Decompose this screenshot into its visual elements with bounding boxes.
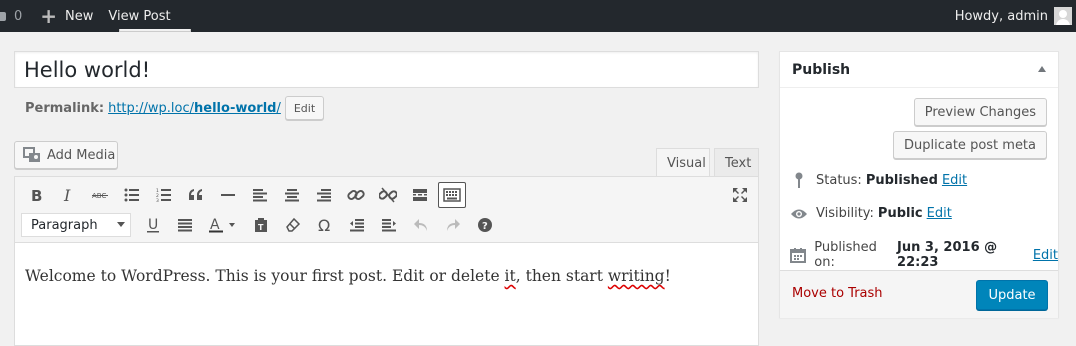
tab-visual[interactable]: Visual	[656, 148, 710, 177]
svg-text:I: I	[63, 187, 71, 203]
permalink-slug: hello-world	[194, 100, 277, 116]
dropdown-arrow-icon	[117, 222, 125, 227]
indent-icon[interactable]	[373, 212, 405, 238]
permalink-label: Permalink:	[25, 100, 105, 116]
align-left-icon[interactable]	[244, 182, 276, 208]
editor: B I ABC 123	[14, 176, 759, 346]
fullscreen-icon[interactable]	[730, 185, 750, 205]
format-select-value: Paragraph	[31, 217, 98, 233]
editor-content[interactable]: Welcome to WordPress. This is your first…	[15, 243, 758, 309]
plus-icon: +	[40, 4, 58, 28]
format-select[interactable]: Paragraph	[21, 213, 131, 237]
publish-box: Publish Preview Changes Duplicate post m…	[779, 51, 1059, 318]
visibility-label: Visibility:	[816, 206, 874, 221]
visibility-row: Visibility: Public Edit	[790, 206, 952, 221]
editor-toolbar: B I ABC 123	[15, 177, 758, 243]
permalink-base: http://wp.loc/	[108, 100, 195, 116]
published-value: Jun 3, 2016 @ 22:23	[897, 240, 998, 270]
strikethrough-icon[interactable]: ABC	[84, 182, 116, 208]
content-text-2: , then start	[515, 267, 608, 285]
comments-menu[interactable]: 0	[0, 0, 22, 32]
publishing-actions: Move to Trash Update	[780, 270, 1058, 318]
move-to-trash-link[interactable]: Move to Trash	[792, 286, 883, 301]
screen-options-tab[interactable]	[119, 29, 191, 32]
howdy-label: Howdy, admin	[954, 8, 1048, 24]
add-media-label: Add Media	[47, 147, 116, 163]
numbered-list-icon[interactable]: 123	[148, 182, 180, 208]
toolbar-row-1: B I ABC 123	[20, 180, 468, 210]
eye-icon	[790, 208, 808, 220]
new-label: New	[65, 8, 94, 24]
comment-bubble-icon	[0, 11, 6, 21]
svg-text:T: T	[258, 223, 264, 232]
new-content-menu[interactable]: + New	[40, 0, 93, 32]
toolbar-toggle-icon[interactable]	[438, 182, 466, 208]
bullet-list-icon[interactable]	[116, 182, 148, 208]
link-icon[interactable]	[340, 182, 372, 208]
media-icon	[23, 147, 40, 162]
bold-icon[interactable]: B	[20, 182, 52, 208]
post-title-input[interactable]	[15, 52, 758, 87]
preview-changes-button[interactable]: Preview Changes	[913, 98, 1047, 126]
add-media-button[interactable]: Add Media	[14, 141, 118, 169]
my-account-menu[interactable]: Howdy, admin	[955, 0, 1072, 32]
comments-count: 0	[14, 8, 23, 24]
edit-visibility-link[interactable]: Edit	[927, 206, 952, 221]
collapse-arrow-icon[interactable]	[1038, 66, 1046, 72]
svg-text:B: B	[31, 187, 42, 203]
edit-slug-button[interactable]: Edit	[284, 96, 325, 120]
underline-icon[interactable]: U	[137, 212, 169, 238]
tab-text[interactable]: Text	[714, 148, 759, 177]
permalink-row: Permalink: http://wp.loc/hello-world/ Ed…	[25, 96, 325, 120]
blockquote-icon[interactable]	[180, 182, 212, 208]
admin-bar: 0 + New View Post Howdy, admin	[0, 0, 1076, 32]
avatar	[1054, 7, 1072, 25]
svg-text:3: 3	[156, 198, 159, 202]
calendar-icon	[790, 247, 807, 263]
justify-icon[interactable]	[169, 212, 201, 238]
svg-text:Ω: Ω	[318, 217, 330, 233]
duplicate-post-meta-button[interactable]: Duplicate post meta	[893, 131, 1047, 159]
published-label: Published on:	[814, 240, 877, 270]
view-post-label: View Post	[108, 8, 171, 24]
publish-heading: Publish	[780, 52, 1058, 88]
status-label: Status:	[816, 172, 862, 188]
content-text-3: !	[664, 267, 671, 285]
read-more-icon[interactable]	[404, 182, 436, 208]
title-field-wrapper	[14, 51, 759, 88]
edit-status-link[interactable]: Edit	[942, 173, 967, 188]
special-char-icon[interactable]: Ω	[309, 212, 341, 238]
undo-icon[interactable]	[405, 212, 437, 238]
clear-formatting-icon[interactable]	[277, 212, 309, 238]
permalink-link[interactable]: http://wp.loc/hello-world/	[108, 101, 281, 116]
toolbar-row-2: Paragraph U A T Ω ?	[20, 210, 501, 240]
horizontal-rule-icon[interactable]	[212, 182, 244, 208]
visibility-value: Public	[877, 206, 923, 221]
view-post-link[interactable]: View Post	[108, 0, 170, 32]
publish-heading-text: Publish	[792, 61, 851, 78]
outdent-icon[interactable]	[341, 212, 373, 238]
align-center-icon[interactable]	[276, 182, 308, 208]
redo-icon[interactable]	[437, 212, 469, 238]
content-misspelled-2: writing	[607, 267, 665, 285]
paste-text-icon[interactable]: T	[245, 212, 277, 238]
publish-date-row: Published on: Jun 3, 2016 @ 22:23 Edit	[790, 240, 1058, 270]
content-text-1: Welcome to WordPress. This is your first…	[25, 267, 505, 285]
permalink-trail: /	[276, 100, 281, 116]
svg-text:U: U	[148, 217, 158, 233]
edit-date-link[interactable]: Edit	[1033, 248, 1058, 263]
post-status-row: Status: Published Edit	[790, 172, 967, 188]
svg-text:?: ?	[482, 221, 488, 232]
pin-icon	[790, 172, 808, 188]
update-button[interactable]: Update	[976, 280, 1048, 310]
unlink-icon[interactable]	[372, 182, 404, 208]
content-misspelled-1: it	[504, 267, 516, 285]
help-icon[interactable]: ?	[469, 212, 501, 238]
italic-icon[interactable]: I	[52, 182, 84, 208]
align-right-icon[interactable]	[308, 182, 340, 208]
text-color-icon[interactable]: A	[201, 212, 245, 238]
status-value: Published	[865, 172, 938, 188]
